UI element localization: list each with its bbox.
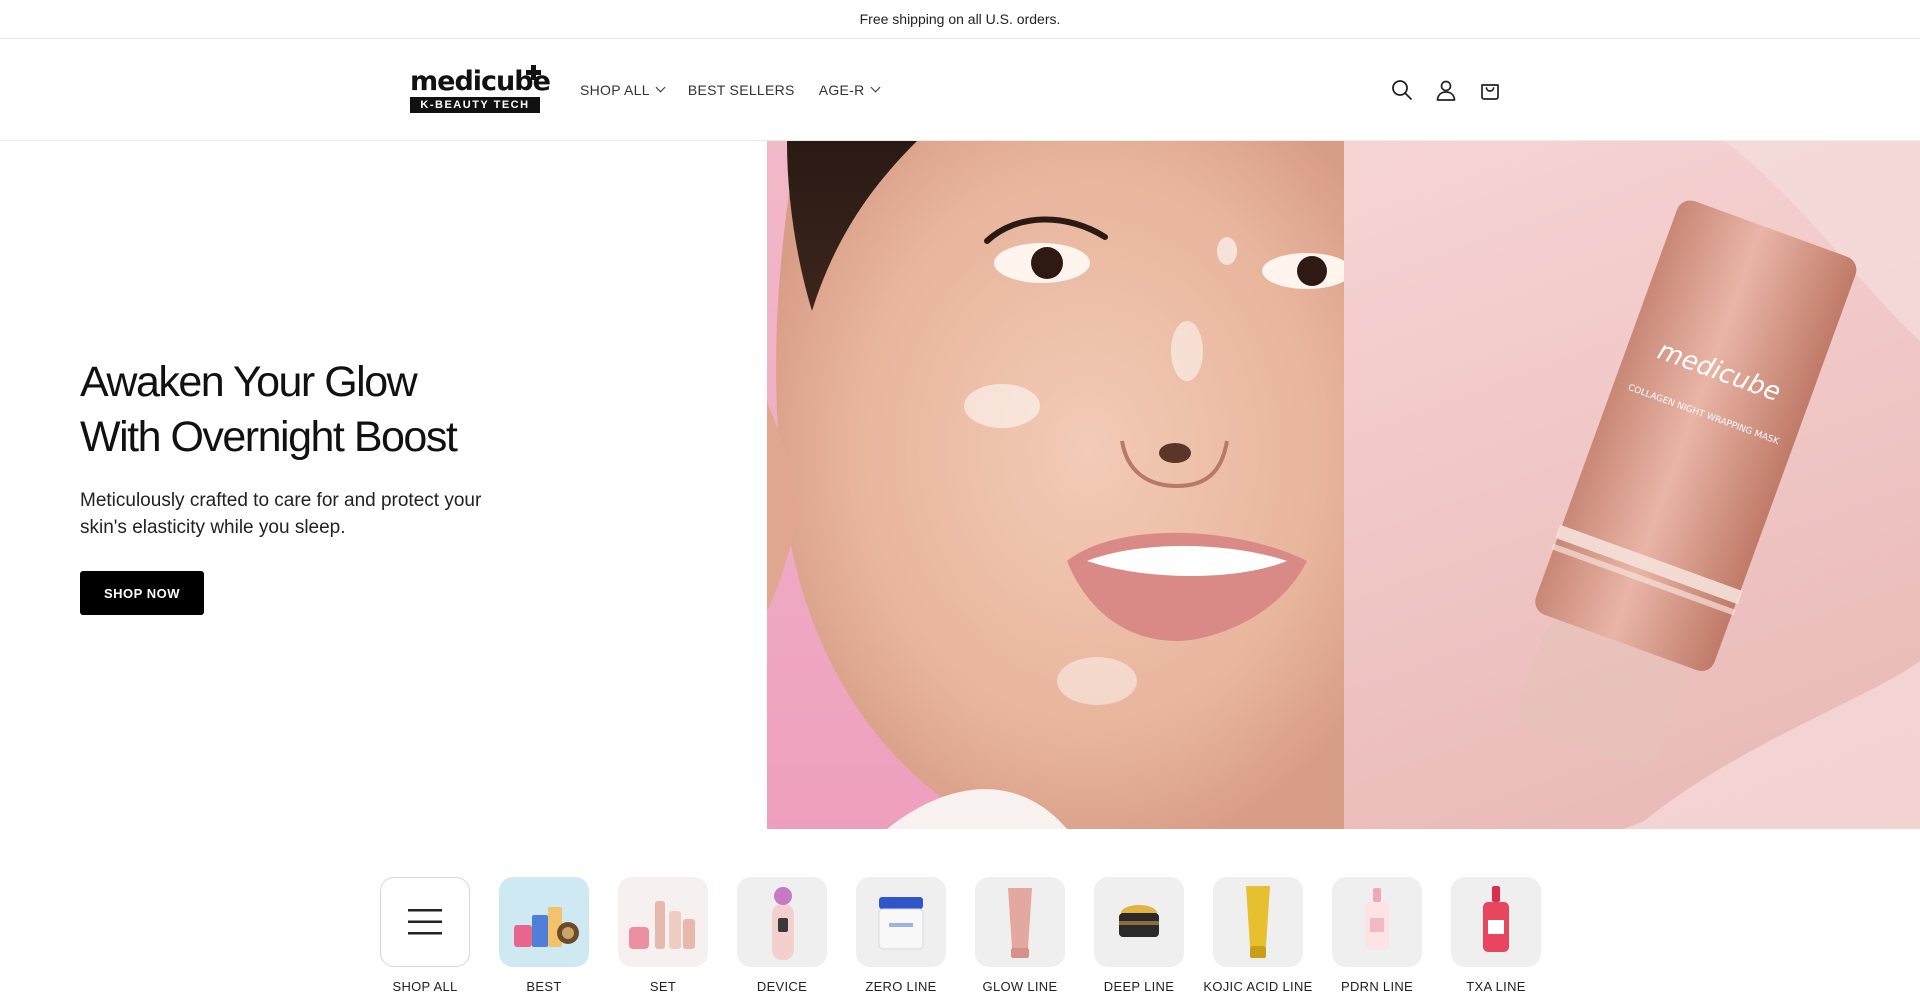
category-label: SET	[649, 979, 677, 994]
category-label: KOJIC ACID LINE	[1203, 979, 1313, 994]
account-icon[interactable]	[1434, 78, 1458, 102]
hero-title-line-2: With Overnight Boost	[80, 413, 458, 461]
category-label: SHOP ALL	[392, 979, 458, 994]
category-label: TXA LINE	[1466, 979, 1526, 994]
cart-icon[interactable]	[1478, 78, 1502, 102]
category-deep-line[interactable]: DEEP LINE	[1094, 877, 1184, 994]
category-tile	[975, 877, 1065, 967]
category-tile	[499, 877, 589, 967]
nav-label: BEST SELLERS	[687, 81, 795, 98]
category-tile	[1332, 877, 1422, 967]
category-label: DEEP LINE	[1103, 979, 1175, 994]
model-face-image	[767, 141, 1344, 829]
hero-title: Awaken Your Glow With Overnight Boost	[80, 355, 600, 465]
category-label: BEST	[526, 979, 562, 994]
category-tile	[380, 877, 470, 967]
category-label: PDRN LINE	[1340, 979, 1414, 994]
nav-label: SHOP ALL	[580, 81, 650, 98]
chevron-down-icon	[655, 82, 666, 93]
hero-text: Awaken Your Glow With Overnight Boost Me…	[80, 355, 600, 615]
nav-label: AGE-R	[818, 81, 865, 98]
announcement-text: Free shipping on all U.S. orders.	[859, 11, 1061, 27]
search-icon[interactable]	[1390, 78, 1414, 102]
category-label: GLOW LINE	[982, 979, 1058, 994]
category-tile	[1213, 877, 1303, 967]
site-header: medicube K-BEAUTY TECH SHOP ALL BEST SEL…	[0, 39, 1920, 141]
nav-age-r[interactable]: AGE-R	[818, 81, 880, 98]
category-set[interactable]: SET	[618, 877, 708, 994]
category-shop-all[interactable]: SHOP ALL	[380, 877, 470, 994]
category-kojic-acid-line[interactable]: KOJIC ACID LINE	[1203, 877, 1312, 994]
category-tile	[1094, 877, 1184, 967]
logo-cross-icon	[526, 65, 541, 80]
nav-best-sellers[interactable]: BEST SELLERS	[688, 82, 795, 98]
category-row: SHOP ALL BEST SET DEVICE ZERO LINE GLOW …	[380, 877, 1541, 994]
category-txa-line[interactable]: TXA LINE	[1451, 877, 1541, 994]
category-tile	[856, 877, 946, 967]
main-nav: SHOP ALL BEST SELLERS AGE-R	[580, 39, 880, 140]
category-tile	[618, 877, 708, 967]
menu-icon	[408, 909, 442, 935]
category-glow-line[interactable]: GLOW LINE	[975, 877, 1065, 994]
logo-tagline: K-BEAUTY TECH	[410, 97, 540, 113]
chevron-down-icon	[870, 82, 880, 93]
hero-title-line-1: Awaken Your Glow	[80, 358, 418, 406]
category-label: DEVICE	[756, 979, 808, 994]
hero-image[interactable]: medicube COLLAGEN NIGHT WRAPPING MASK	[767, 141, 1920, 829]
shop-now-button[interactable]: SHOP NOW	[80, 571, 204, 615]
category-pdrn-line[interactable]: PDRN LINE	[1332, 877, 1422, 994]
category-best[interactable]: BEST	[499, 877, 589, 994]
product-image: medicube COLLAGEN NIGHT WRAPPING MASK	[1344, 141, 1920, 829]
category-zero-line[interactable]: ZERO LINE	[856, 877, 946, 994]
announcement-bar: Free shipping on all U.S. orders.	[0, 0, 1920, 39]
brand-logo[interactable]: medicube K-BEAUTY TECH	[410, 65, 551, 113]
category-label: ZERO LINE	[865, 979, 937, 994]
category-device[interactable]: DEVICE	[737, 877, 827, 994]
nav-shop-all[interactable]: SHOP ALL	[580, 81, 666, 98]
category-tile	[1451, 877, 1541, 967]
category-tile	[737, 877, 827, 967]
header-icons	[1390, 39, 1502, 140]
hero-subtitle: Meticulously crafted to care for and pro…	[80, 490, 482, 538]
